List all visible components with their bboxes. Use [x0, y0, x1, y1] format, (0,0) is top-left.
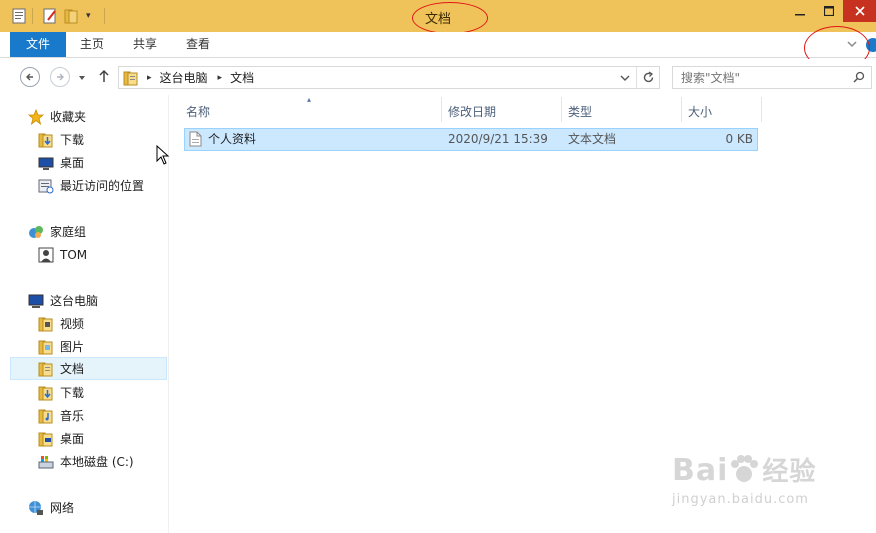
network-icon	[28, 500, 44, 516]
refresh-icon[interactable]	[642, 71, 655, 87]
ribbon: 文件 主页 共享 查看	[0, 26, 876, 70]
recent-places-icon	[38, 178, 54, 194]
tab-file[interactable]: 文件	[10, 32, 66, 57]
breadcrumb-separator-icon: ▸	[217, 72, 223, 83]
sidebar-item-label: 下载	[60, 133, 85, 147]
sidebar-item-documents[interactable]: 文档	[10, 357, 167, 380]
sidebar-item-label: 桌面	[60, 156, 85, 170]
user-icon	[38, 247, 54, 263]
sidebar-item-network[interactable]: 网络	[28, 496, 185, 519]
file-size: 0 KB	[725, 132, 753, 146]
back-arrow-icon[interactable]	[20, 67, 40, 87]
breadcrumb-separator-icon: ▸	[147, 72, 152, 83]
address-bar[interactable]: ▸ 这台电脑 ▸ 文档	[118, 66, 660, 89]
pictures-folder-icon	[38, 339, 54, 355]
address-dropdown-icon[interactable]	[619, 72, 631, 87]
maximize-icon[interactable]	[815, 0, 843, 22]
file-modified: 2020/9/21 15:39	[448, 132, 548, 146]
videos-folder-icon	[38, 316, 54, 332]
documents-folder-icon	[38, 361, 54, 377]
recent-locations-icon[interactable]	[78, 71, 86, 85]
mouse-cursor-icon	[156, 144, 170, 168]
sidebar-item-label: 本地磁盘 (C:)	[60, 455, 134, 469]
search-icon[interactable]	[853, 71, 865, 86]
drive-icon	[38, 454, 54, 470]
file-row[interactable]: 个人资料 2020/9/21 15:39 文本文档 0 KB	[184, 128, 758, 151]
column-header-modified[interactable]: 修改日期	[442, 100, 560, 125]
sidebar-item-this-pc[interactable]: 这台电脑	[28, 289, 185, 312]
sidebar-item-label: 收藏夹	[50, 110, 87, 124]
file-name: 个人资料	[208, 132, 257, 146]
column-separator	[761, 97, 762, 122]
watermark-url: jingyan.baidu.com	[672, 492, 809, 507]
watermark-brand-tail: 经验	[762, 457, 817, 487]
downloads-folder-icon	[38, 132, 54, 148]
documents-folder-icon	[123, 70, 139, 86]
navigation-bar: ▸ 这台电脑 ▸ 文档	[0, 59, 876, 95]
sidebar-item-favorites[interactable]: 收藏夹	[28, 105, 185, 128]
star-icon	[28, 108, 44, 125]
sidebar-item-label: 这台电脑	[50, 294, 99, 308]
sidebar-item-label: 文档	[60, 362, 85, 376]
file-type: 文本文档	[568, 132, 617, 146]
navigation-pane: 收藏夹 下载 桌面 最近访问的位置 家庭组 TOM 这台电脑 视频 图片 文档 …	[0, 95, 169, 533]
downloads-folder-icon	[38, 385, 54, 401]
homegroup-icon	[28, 224, 44, 240]
paw-icon	[728, 454, 762, 482]
tab-share[interactable]: 共享	[120, 32, 170, 57]
watermark-brand: Bai	[672, 453, 729, 488]
minimize-icon[interactable]	[786, 0, 814, 22]
sidebar-item-label: 最近访问的位置	[60, 179, 145, 193]
column-header-size[interactable]: 大小	[682, 100, 760, 125]
title-bar: ▾ 文档	[0, 0, 876, 34]
up-arrow-icon[interactable]	[98, 69, 110, 86]
sidebar-item-label: 音乐	[60, 409, 85, 423]
watermark-logo: Bai 经验	[672, 451, 816, 488]
forward-arrow-icon[interactable]	[50, 67, 70, 87]
sidebar-item-label: 网络	[50, 501, 75, 515]
tab-home[interactable]: 主页	[68, 32, 116, 57]
close-icon[interactable]	[843, 0, 876, 22]
sidebar-item-label: 视频	[60, 317, 85, 331]
breadcrumb-documents[interactable]: 文档	[230, 69, 254, 86]
search-box[interactable]	[672, 66, 872, 89]
address-divider	[636, 67, 637, 88]
tab-view[interactable]: 查看	[174, 32, 222, 57]
music-folder-icon	[38, 408, 54, 424]
desktop-icon	[38, 155, 54, 171]
sidebar-item-label: 下载	[60, 386, 85, 400]
sidebar-item-label: 家庭组	[50, 225, 87, 239]
text-file-icon	[189, 131, 202, 147]
column-header-name[interactable]: 名称	[180, 100, 440, 125]
search-input[interactable]	[681, 70, 849, 85]
desktop-folder-icon	[38, 431, 54, 447]
sidebar-item-homegroup[interactable]: 家庭组	[28, 220, 185, 243]
column-header-type[interactable]: 类型	[562, 100, 680, 125]
computer-icon	[28, 293, 44, 309]
breadcrumb-this-pc[interactable]: 这台电脑	[160, 69, 208, 86]
sidebar-item-label: 桌面	[60, 432, 85, 446]
annotation-ellipse	[412, 2, 488, 34]
sidebar-item-label: 图片	[60, 340, 85, 354]
sidebar-item-label: TOM	[60, 247, 88, 262]
